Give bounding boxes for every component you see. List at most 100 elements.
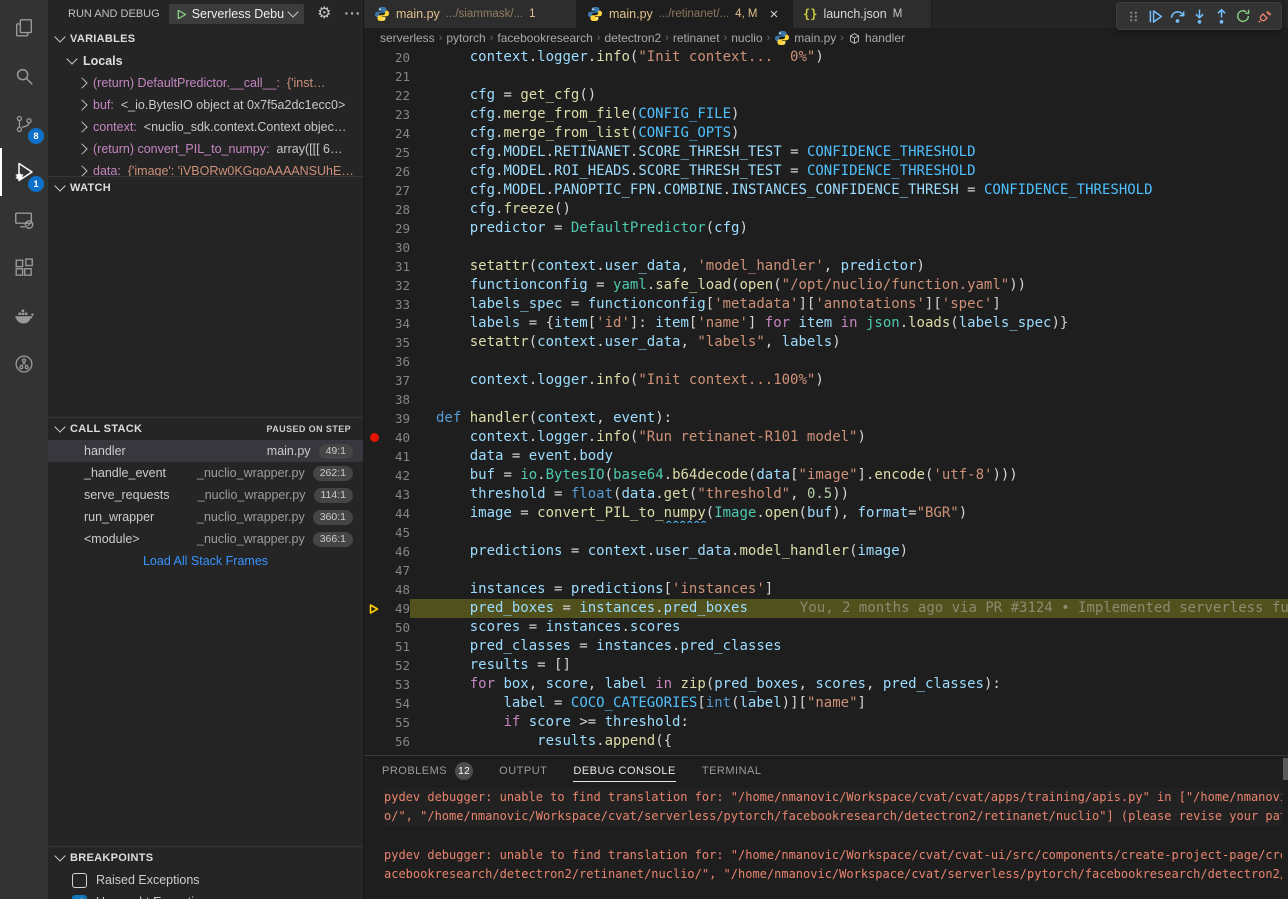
step-over-icon[interactable] [1166,5,1188,27]
gutter[interactable] [364,295,384,314]
gutter[interactable] [364,371,384,390]
code-line[interactable]: 53 for box, score, label in zip(pred_box… [364,675,1288,694]
checkbox-unchecked[interactable] [72,873,87,888]
gutter[interactable] [364,713,384,732]
disconnect-icon[interactable] [1254,5,1276,27]
continue-icon[interactable] [1144,5,1166,27]
gutter[interactable] [364,504,384,523]
more-actions-icon[interactable]: ··· [344,11,361,17]
editor-tab[interactable]: {}launch.jsonM [793,0,932,28]
breadcrumb-item[interactable]: retinanet [673,31,720,45]
gutter[interactable] [364,200,384,219]
code-line[interactable]: 25 cfg.MODEL.RETINANET.SCORE_THRESH_TEST… [364,143,1288,162]
code-line[interactable]: 42 buf = io.BytesIO(base64.b64decode(dat… [364,466,1288,485]
gutter[interactable] [364,732,384,751]
breadcrumb-item[interactable]: main.py [774,30,836,46]
code-line[interactable]: 32 functionconfig = yaml.safe_load(open(… [364,276,1288,295]
gutter[interactable] [364,390,384,409]
code-line[interactable]: 31 setattr(context.user_data, 'model_han… [364,257,1288,276]
breadcrumb-item[interactable]: detectron2 [604,31,661,45]
checkbox-checked[interactable]: ✓ [72,895,87,899]
code-line[interactable]: 36 [364,352,1288,371]
load-all-stack-frames-link[interactable]: Load All Stack Frames [48,550,363,572]
call-stack-frame[interactable]: run_wrapper_nuclio_wrapper.py360:1 [48,506,363,528]
current-line-arrow-icon[interactable] [364,599,384,618]
panel-tab-terminal[interactable]: TERMINAL [702,756,762,786]
variable-row[interactable]: (return) DefaultPredictor.__call__: {'in… [48,72,363,94]
code-line[interactable]: 39def handler(context, event): [364,409,1288,428]
code-line[interactable]: 35 setattr(context.user_data, "labels", … [364,333,1288,352]
gutter[interactable] [364,447,384,466]
gutter[interactable] [364,238,384,257]
code-line[interactable]: 29 predictor = DefaultPredictor(cfg) [364,219,1288,238]
gutter[interactable] [364,333,384,352]
code-line[interactable]: 40 context.logger.info("Run retinanet-R1… [364,428,1288,447]
gutter[interactable] [364,276,384,295]
breadcrumb-item[interactable]: serverless [380,31,435,45]
editor-tab[interactable]: main.py.../siammask/...1 [364,0,577,28]
gutter[interactable] [364,485,384,504]
gutter[interactable] [364,124,384,143]
variables-section-header[interactable]: VARIABLES [48,28,363,50]
close-icon[interactable]: × [766,7,782,22]
source-control-activity-item[interactable]: 8 [0,100,48,148]
variable-row[interactable]: (return) convert_PIL_to_numpy: array([[[… [48,138,363,160]
breadcrumb-item[interactable]: pytorch [446,31,485,45]
gutter[interactable] [364,561,384,580]
step-into-icon[interactable] [1188,5,1210,27]
gutter[interactable] [364,257,384,276]
breadcrumb-item[interactable]: nuclio [731,31,762,45]
git-graph-activity-item[interactable] [0,340,48,388]
search-activity-item[interactable] [0,52,48,100]
code-line[interactable]: 52 results = [] [364,656,1288,675]
panel-tab-problems[interactable]: PROBLEMS12 [382,756,473,786]
gutter[interactable] [364,675,384,694]
step-out-icon[interactable] [1210,5,1232,27]
editor-tab[interactable]: main.py.../retinanet/...4, M× [577,0,793,28]
code-line[interactable]: 49 pred_boxes = instances.pred_boxesYou,… [364,599,1288,618]
gutter[interactable] [364,637,384,656]
code-line[interactable]: 24 cfg.merge_from_list(CONFIG_OPTS) [364,124,1288,143]
variable-row[interactable]: context: <nuclio_sdk.context.Context obj… [48,116,363,138]
code-line[interactable]: 22 cfg = get_cfg() [364,86,1288,105]
code-line[interactable]: 38 [364,390,1288,409]
gutter[interactable] [364,542,384,561]
gutter[interactable] [364,48,384,67]
gutter[interactable] [364,656,384,675]
code-line[interactable]: 30 [364,238,1288,257]
gutter[interactable] [364,181,384,200]
restart-icon[interactable] [1232,5,1254,27]
code-line[interactable]: 21 [364,67,1288,86]
code-line[interactable]: 51 pred_classes = instances.pred_classes [364,637,1288,656]
code-line[interactable]: 37 context.logger.info("Init context...1… [364,371,1288,390]
gutter[interactable] [364,352,384,371]
gutter[interactable] [364,143,384,162]
explorer-activity-item[interactable] [0,4,48,52]
code-line[interactable]: 41 data = event.body [364,447,1288,466]
gutter[interactable] [364,105,384,124]
code-line[interactable]: 47 [364,561,1288,580]
gutter[interactable] [364,162,384,181]
start-debug-icon[interactable] [176,9,187,20]
call-stack-section-header[interactable]: CALL STACK PAUSED ON STEP [48,417,363,440]
run-and-debug-activity-item[interactable]: 1 [0,148,48,196]
extensions-activity-item[interactable] [0,244,48,292]
code-line[interactable]: 48 instances = predictions['instances'] [364,580,1288,599]
variable-row[interactable]: data: {'image': 'iVBORw0KGgoAAAANSUhE… [48,160,363,176]
call-stack-frame[interactable]: handlermain.py49:1 [48,440,363,462]
code-line[interactable]: 33 labels_spec = functionconfig['metadat… [364,295,1288,314]
gear-icon[interactable]: ⚙ [317,6,331,22]
launch-config-select[interactable]: Serverless Debu [169,4,304,24]
breadcrumb-item[interactable]: facebookresearch [497,31,592,45]
gutter[interactable] [364,694,384,713]
gutter[interactable] [364,314,384,333]
breadcrumb-item[interactable]: handler [848,31,905,45]
panel-tab-debug-console[interactable]: DEBUG CONSOLE [573,756,675,786]
code-line[interactable]: 28 cfg.freeze() [364,200,1288,219]
code-line[interactable]: 26 cfg.MODEL.ROI_HEADS.SCORE_THRESH_TEST… [364,162,1288,181]
code-line[interactable]: 20 context.logger.info("Init context... … [364,48,1288,67]
panel-tab-output[interactable]: OUTPUT [499,756,547,786]
gutter[interactable] [364,219,384,238]
scrollbar[interactable] [1283,758,1288,780]
breakpoint-row[interactable]: Raised Exceptions [48,869,363,891]
